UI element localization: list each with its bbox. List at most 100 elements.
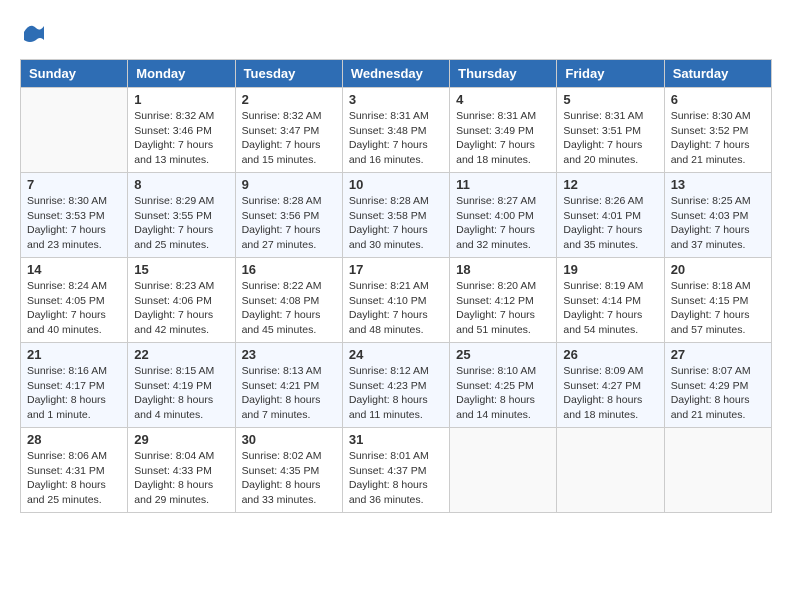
day-number: 25 (456, 347, 550, 362)
day-info: Sunrise: 8:12 AMSunset: 4:23 PMDaylight:… (349, 364, 443, 423)
day-info: Sunrise: 8:31 AMSunset: 3:51 PMDaylight:… (563, 109, 657, 168)
week-row-3: 14 Sunrise: 8:24 AMSunset: 4:05 PMDayligh… (21, 258, 772, 343)
day-number: 30 (242, 432, 336, 447)
day-cell: 24 Sunrise: 8:12 AMSunset: 4:23 PMDayligh… (342, 343, 449, 428)
day-info: Sunrise: 8:22 AMSunset: 4:08 PMDaylight:… (242, 279, 336, 338)
day-info: Sunrise: 8:20 AMSunset: 4:12 PMDaylight:… (456, 279, 550, 338)
day-info: Sunrise: 8:32 AMSunset: 3:47 PMDaylight:… (242, 109, 336, 168)
day-number: 2 (242, 92, 336, 107)
header-wednesday: Wednesday (342, 60, 449, 88)
day-number: 20 (671, 262, 765, 277)
day-number: 5 (563, 92, 657, 107)
day-number: 26 (563, 347, 657, 362)
day-info: Sunrise: 8:30 AMSunset: 3:52 PMDaylight:… (671, 109, 765, 168)
day-info: Sunrise: 8:16 AMSunset: 4:17 PMDaylight:… (27, 364, 121, 423)
day-info: Sunrise: 8:06 AMSunset: 4:31 PMDaylight:… (27, 449, 121, 508)
day-cell (450, 428, 557, 513)
day-number: 7 (27, 177, 121, 192)
day-info: Sunrise: 8:04 AMSunset: 4:33 PMDaylight:… (134, 449, 228, 508)
header-monday: Monday (128, 60, 235, 88)
day-info: Sunrise: 8:26 AMSunset: 4:01 PMDaylight:… (563, 194, 657, 253)
day-cell: 13 Sunrise: 8:25 AMSunset: 4:03 PMDayligh… (664, 173, 771, 258)
day-cell (21, 88, 128, 173)
day-number: 27 (671, 347, 765, 362)
day-cell: 15 Sunrise: 8:23 AMSunset: 4:06 PMDayligh… (128, 258, 235, 343)
day-cell: 2 Sunrise: 8:32 AMSunset: 3:47 PMDaylight… (235, 88, 342, 173)
day-cell: 5 Sunrise: 8:31 AMSunset: 3:51 PMDaylight… (557, 88, 664, 173)
day-cell: 10 Sunrise: 8:28 AMSunset: 3:58 PMDayligh… (342, 173, 449, 258)
week-row-1: 1Sunrise: 8:32 AMSunset: 3:46 PMDaylight… (21, 88, 772, 173)
day-cell: 4Sunrise: 8:31 AMSunset: 3:49 PMDaylight… (450, 88, 557, 173)
day-info: Sunrise: 8:19 AMSunset: 4:14 PMDaylight:… (563, 279, 657, 338)
day-cell: 23 Sunrise: 8:13 AMSunset: 4:21 PMDayligh… (235, 343, 342, 428)
day-info: Sunrise: 8:21 AMSunset: 4:10 PMDaylight:… (349, 279, 443, 338)
day-cell: 16 Sunrise: 8:22 AMSunset: 4:08 PMDayligh… (235, 258, 342, 343)
logo-icon (22, 20, 46, 44)
day-number: 29 (134, 432, 228, 447)
week-row-2: 7 Sunrise: 8:30 AMSunset: 3:53 PMDaylight… (21, 173, 772, 258)
day-info: Sunrise: 8:24 AMSunset: 4:05 PMDaylight:… (27, 279, 121, 338)
day-cell (664, 428, 771, 513)
day-number: 12 (563, 177, 657, 192)
day-info: Sunrise: 8:27 AMSunset: 4:00 PMDaylight:… (456, 194, 550, 253)
day-number: 31 (349, 432, 443, 447)
day-cell: 6 Sunrise: 8:30 AMSunset: 3:52 PMDaylight… (664, 88, 771, 173)
day-cell: 28 Sunrise: 8:06 AMSunset: 4:31 PMDayligh… (21, 428, 128, 513)
day-number: 14 (27, 262, 121, 277)
day-number: 4 (456, 92, 550, 107)
day-number: 11 (456, 177, 550, 192)
day-number: 28 (27, 432, 121, 447)
day-info: Sunrise: 8:30 AMSunset: 3:53 PMDaylight:… (27, 194, 121, 253)
day-info: Sunrise: 8:07 AMSunset: 4:29 PMDaylight:… (671, 364, 765, 423)
logo (20, 20, 46, 49)
day-number: 15 (134, 262, 228, 277)
day-cell: 18 Sunrise: 8:20 AMSunset: 4:12 PMDayligh… (450, 258, 557, 343)
day-cell (557, 428, 664, 513)
day-cell: 9Sunrise: 8:28 AMSunset: 3:56 PMDaylight… (235, 173, 342, 258)
day-info: Sunrise: 8:02 AMSunset: 4:35 PMDaylight:… (242, 449, 336, 508)
calendar-table: SundayMondayTuesdayWednesdayThursdayFrid… (20, 59, 772, 513)
day-cell: 1Sunrise: 8:32 AMSunset: 3:46 PMDaylight… (128, 88, 235, 173)
day-number: 19 (563, 262, 657, 277)
day-number: 8 (134, 177, 228, 192)
day-info: Sunrise: 8:32 AMSunset: 3:46 PMDaylight:… (134, 109, 228, 168)
day-cell: 27 Sunrise: 8:07 AMSunset: 4:29 PMDayligh… (664, 343, 771, 428)
day-info: Sunrise: 8:09 AMSunset: 4:27 PMDaylight:… (563, 364, 657, 423)
header-tuesday: Tuesday (235, 60, 342, 88)
day-info: Sunrise: 8:31 AMSunset: 3:48 PMDaylight:… (349, 109, 443, 168)
day-info: Sunrise: 8:13 AMSunset: 4:21 PMDaylight:… (242, 364, 336, 423)
day-cell: 20Sunrise: 8:18 AMSunset: 4:15 PMDayligh… (664, 258, 771, 343)
header-saturday: Saturday (664, 60, 771, 88)
day-info: Sunrise: 8:25 AMSunset: 4:03 PMDaylight:… (671, 194, 765, 253)
day-info: Sunrise: 8:10 AMSunset: 4:25 PMDaylight:… (456, 364, 550, 423)
day-cell: 21Sunrise: 8:16 AMSunset: 4:17 PMDayligh… (21, 343, 128, 428)
day-number: 18 (456, 262, 550, 277)
header-sunday: Sunday (21, 60, 128, 88)
day-info: Sunrise: 8:28 AMSunset: 3:56 PMDaylight:… (242, 194, 336, 253)
day-cell: 26 Sunrise: 8:09 AMSunset: 4:27 PMDayligh… (557, 343, 664, 428)
day-info: Sunrise: 8:28 AMSunset: 3:58 PMDaylight:… (349, 194, 443, 253)
day-info: Sunrise: 8:23 AMSunset: 4:06 PMDaylight:… (134, 279, 228, 338)
day-cell: 30 Sunrise: 8:02 AMSunset: 4:35 PMDayligh… (235, 428, 342, 513)
day-number: 10 (349, 177, 443, 192)
header (20, 20, 772, 49)
week-row-4: 21Sunrise: 8:16 AMSunset: 4:17 PMDayligh… (21, 343, 772, 428)
day-number: 23 (242, 347, 336, 362)
day-cell: 29 Sunrise: 8:04 AMSunset: 4:33 PMDayligh… (128, 428, 235, 513)
day-number: 6 (671, 92, 765, 107)
day-cell: 25 Sunrise: 8:10 AMSunset: 4:25 PMDayligh… (450, 343, 557, 428)
day-info: Sunrise: 8:01 AMSunset: 4:37 PMDaylight:… (349, 449, 443, 508)
day-number: 24 (349, 347, 443, 362)
day-number: 16 (242, 262, 336, 277)
day-cell: 22Sunrise: 8:15 AMSunset: 4:19 PMDayligh… (128, 343, 235, 428)
day-number: 17 (349, 262, 443, 277)
day-cell: 11 Sunrise: 8:27 AMSunset: 4:00 PMDayligh… (450, 173, 557, 258)
day-info: Sunrise: 8:15 AMSunset: 4:19 PMDaylight:… (134, 364, 228, 423)
week-row-5: 28 Sunrise: 8:06 AMSunset: 4:31 PMDayligh… (21, 428, 772, 513)
header-thursday: Thursday (450, 60, 557, 88)
header-row: SundayMondayTuesdayWednesdayThursdayFrid… (21, 60, 772, 88)
day-cell: 19 Sunrise: 8:19 AMSunset: 4:14 PMDayligh… (557, 258, 664, 343)
day-number: 13 (671, 177, 765, 192)
day-cell: 7 Sunrise: 8:30 AMSunset: 3:53 PMDaylight… (21, 173, 128, 258)
day-cell: 12 Sunrise: 8:26 AMSunset: 4:01 PMDayligh… (557, 173, 664, 258)
